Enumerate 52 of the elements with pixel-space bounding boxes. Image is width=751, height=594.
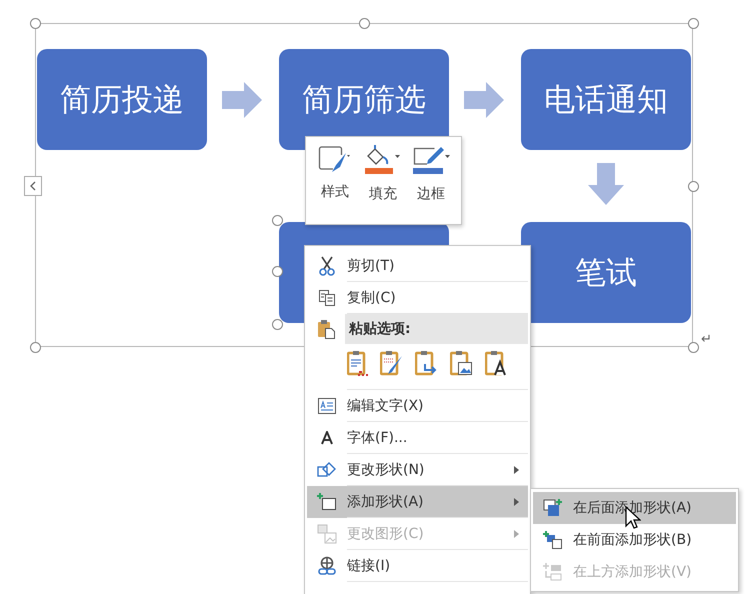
right-arrow-icon: [464, 82, 504, 118]
link-icon: [317, 556, 337, 576]
letter-icon: [320, 431, 334, 445]
submenu-arrow-icon: [514, 466, 518, 474]
submenu-arrow-icon: [514, 530, 518, 538]
resize-handle[interactable]: [359, 18, 370, 29]
paste-text-icon: [485, 350, 509, 376]
process-shape[interactable]: 笔试: [521, 222, 691, 323]
process-shape[interactable]: 简历投递: [37, 49, 207, 150]
resize-handle[interactable]: [272, 266, 283, 277]
clipboard-icon: [316, 319, 336, 339]
menu-item[interactable]: 编辑文字(X): [307, 390, 528, 422]
shape-label: 简历筛选: [302, 80, 426, 120]
resize-handle[interactable]: [688, 181, 699, 192]
menu-item[interactable]: 添加形状(A): [307, 486, 528, 518]
menu-item[interactable]: 更改形状(N): [307, 454, 528, 486]
copy-icon: [318, 289, 336, 307]
resize-handle[interactable]: [688, 342, 699, 353]
paste-keep-format-icon: [347, 350, 369, 376]
border-pen-icon: [411, 145, 451, 177]
expand-pane-button[interactable]: [24, 176, 42, 196]
menu-item[interactable]: 字体(F)...: [307, 422, 528, 454]
picture-change-icon: [317, 524, 337, 544]
resize-handle[interactable]: [30, 18, 41, 29]
shape-label: 简历投递: [60, 80, 184, 120]
resize-handle[interactable]: [688, 18, 699, 29]
paste-picture-icon: [450, 350, 474, 376]
shape-change-icon: [317, 461, 337, 479]
menu-section-header: 粘贴选项:: [345, 314, 528, 344]
submenu-arrow-icon: [514, 498, 518, 506]
add-shape-icon: [317, 493, 337, 511]
shape-label: 笔试: [575, 254, 637, 292]
resize-handle[interactable]: [272, 319, 283, 330]
resize-handle[interactable]: [30, 342, 41, 353]
resize-handle[interactable]: [272, 215, 283, 226]
shape-label: 电话通知: [544, 80, 668, 120]
chevron-left-icon: [30, 181, 36, 191]
paste-picture-arrow-icon: [415, 350, 439, 376]
menu-item[interactable]: 链接(I): [307, 550, 528, 582]
paragraph-mark: ↵: [701, 332, 712, 347]
add-after-icon: [543, 499, 563, 517]
process-shape[interactable]: 电话通知: [521, 49, 691, 150]
paste-merge-format-icon: [380, 350, 404, 376]
style-brush-icon: [318, 145, 352, 175]
down-arrow-icon: [588, 163, 624, 205]
scissors-icon: [318, 256, 336, 276]
add-before-icon: [543, 531, 563, 549]
fill-bucket-icon: [363, 145, 403, 177]
right-arrow-icon: [222, 82, 262, 118]
add-above-icon: [543, 563, 563, 581]
text-edit-icon: [318, 398, 336, 414]
submenu-item[interactable]: 在前面添加形状(B): [533, 524, 736, 556]
